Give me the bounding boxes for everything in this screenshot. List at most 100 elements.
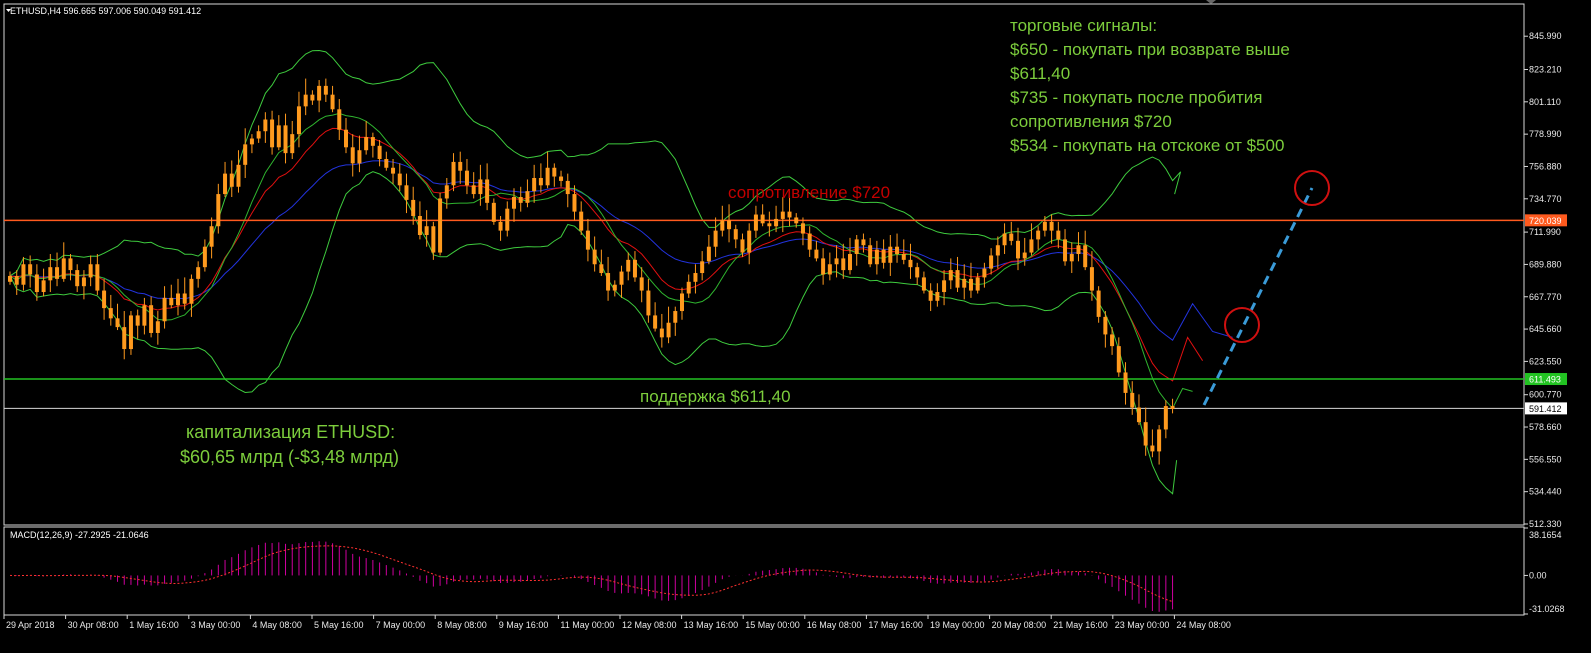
candle-body[interactable] [1049,221,1054,231]
candle-body[interactable] [196,267,201,279]
candle-body[interactable] [592,249,597,265]
candle-body[interactable] [142,305,147,326]
candle-body[interactable] [606,273,611,291]
candle-body[interactable] [706,246,711,262]
candle-body[interactable] [303,94,308,107]
candle-body[interactable] [223,173,228,195]
candle-body[interactable] [283,125,288,154]
candle-body[interactable] [417,216,422,236]
candle-body[interactable] [424,226,429,236]
candle-body[interactable] [471,185,476,195]
candle-body[interactable] [1076,245,1081,255]
candle-body[interactable] [115,318,120,328]
candle-body[interactable] [1029,239,1034,253]
candle-body[interactable] [646,290,651,316]
candle-body[interactable] [599,264,604,274]
candle-body[interactable] [344,129,348,148]
candle-body[interactable] [1009,233,1014,241]
candle-body[interactable] [659,328,664,338]
candle-body[interactable] [881,249,886,263]
candle-body[interactable] [478,179,483,195]
candle-body[interactable] [948,270,953,281]
candle-body[interactable] [713,230,718,247]
candle-body[interactable] [935,292,940,301]
candle-body[interactable] [364,137,369,151]
candle-body[interactable] [673,311,678,323]
candle-body[interactable] [1096,290,1101,317]
candle-body[interactable] [108,308,113,319]
candle-body[interactable] [955,270,960,288]
candle-body[interactable] [559,176,564,181]
candle-body[interactable] [370,137,375,146]
candle-body[interactable] [438,198,443,253]
candle-body[interactable] [128,315,133,350]
candle-body[interactable] [626,259,631,272]
candle-body[interactable] [209,226,214,247]
candle-body[interactable] [55,267,60,279]
candle-body[interactable] [317,85,322,101]
candle-body[interactable] [512,197,516,209]
candle-body[interactable] [61,258,66,279]
candle-body[interactable] [767,223,772,227]
candle-body[interactable] [874,249,879,265]
candle-body[interactable] [249,138,254,145]
candle-body[interactable] [774,218,779,227]
candle-body[interactable] [1016,240,1020,259]
candle-body[interactable] [740,239,745,253]
candle-body[interactable] [296,106,301,135]
candle-body[interactable] [350,147,355,164]
candle-body[interactable] [290,134,295,154]
candle-body[interactable] [532,177,537,192]
candle-body[interactable] [444,185,449,199]
candle-body[interactable] [88,264,93,278]
candle-body[interactable] [243,144,248,165]
candle-body[interactable] [337,109,342,130]
candle-body[interactable] [236,164,241,187]
candle-body[interactable] [48,267,53,281]
candle-body[interactable] [565,180,570,195]
candle-body[interactable] [666,322,671,338]
candle-body[interactable] [498,221,503,231]
candle-body[interactable] [807,233,812,250]
candle-body[interactable] [653,315,658,329]
candle-body[interactable] [176,293,180,306]
candle-body[interactable] [612,284,617,291]
candle-body[interactable] [861,239,866,246]
candle-body[interactable] [868,245,873,265]
candle-body[interactable] [585,230,590,250]
chart-canvas[interactable]: 720.039 611.493 591.412 845.990 823.210 801.… [0,0,1591,648]
candle-body[interactable] [1103,316,1108,335]
candle-body[interactable] [827,264,832,275]
candle-body[interactable] [155,321,160,333]
candle-body[interactable] [391,167,396,174]
candle-body[interactable] [545,167,550,186]
candle-body[interactable] [1002,233,1007,246]
candle-body[interactable] [619,271,624,285]
candle-body[interactable] [397,173,402,186]
candle-body[interactable] [572,194,577,212]
candle-body[interactable] [1022,252,1027,259]
candle-body[interactable] [814,249,819,259]
candle-body[interactable] [982,268,987,278]
candle-body[interactable] [1116,346,1121,373]
candle-body[interactable] [21,264,26,285]
candle-body[interactable] [451,161,456,186]
candle-body[interactable] [102,290,107,309]
candle-body[interactable] [780,211,785,219]
candle-body[interactable] [135,315,140,326]
candle-body[interactable] [1170,406,1175,409]
candle-body[interactable] [821,258,826,275]
candle-body[interactable] [189,278,194,304]
candle-body[interactable] [8,275,12,282]
candle-body[interactable] [411,199,416,217]
candle-body[interactable] [122,327,127,350]
candle-body[interactable] [68,258,73,271]
candle-body[interactable] [75,270,80,287]
chart-window[interactable]: 720.039 611.493 591.412 845.990 823.210 801.… [0,0,1591,648]
candle-body[interactable] [1143,422,1148,446]
candle-body[interactable] [81,277,86,287]
candle-body[interactable] [1150,445,1155,452]
candle-body[interactable] [505,208,510,231]
candle-body[interactable] [1110,334,1115,347]
candle-body[interactable] [693,273,698,282]
